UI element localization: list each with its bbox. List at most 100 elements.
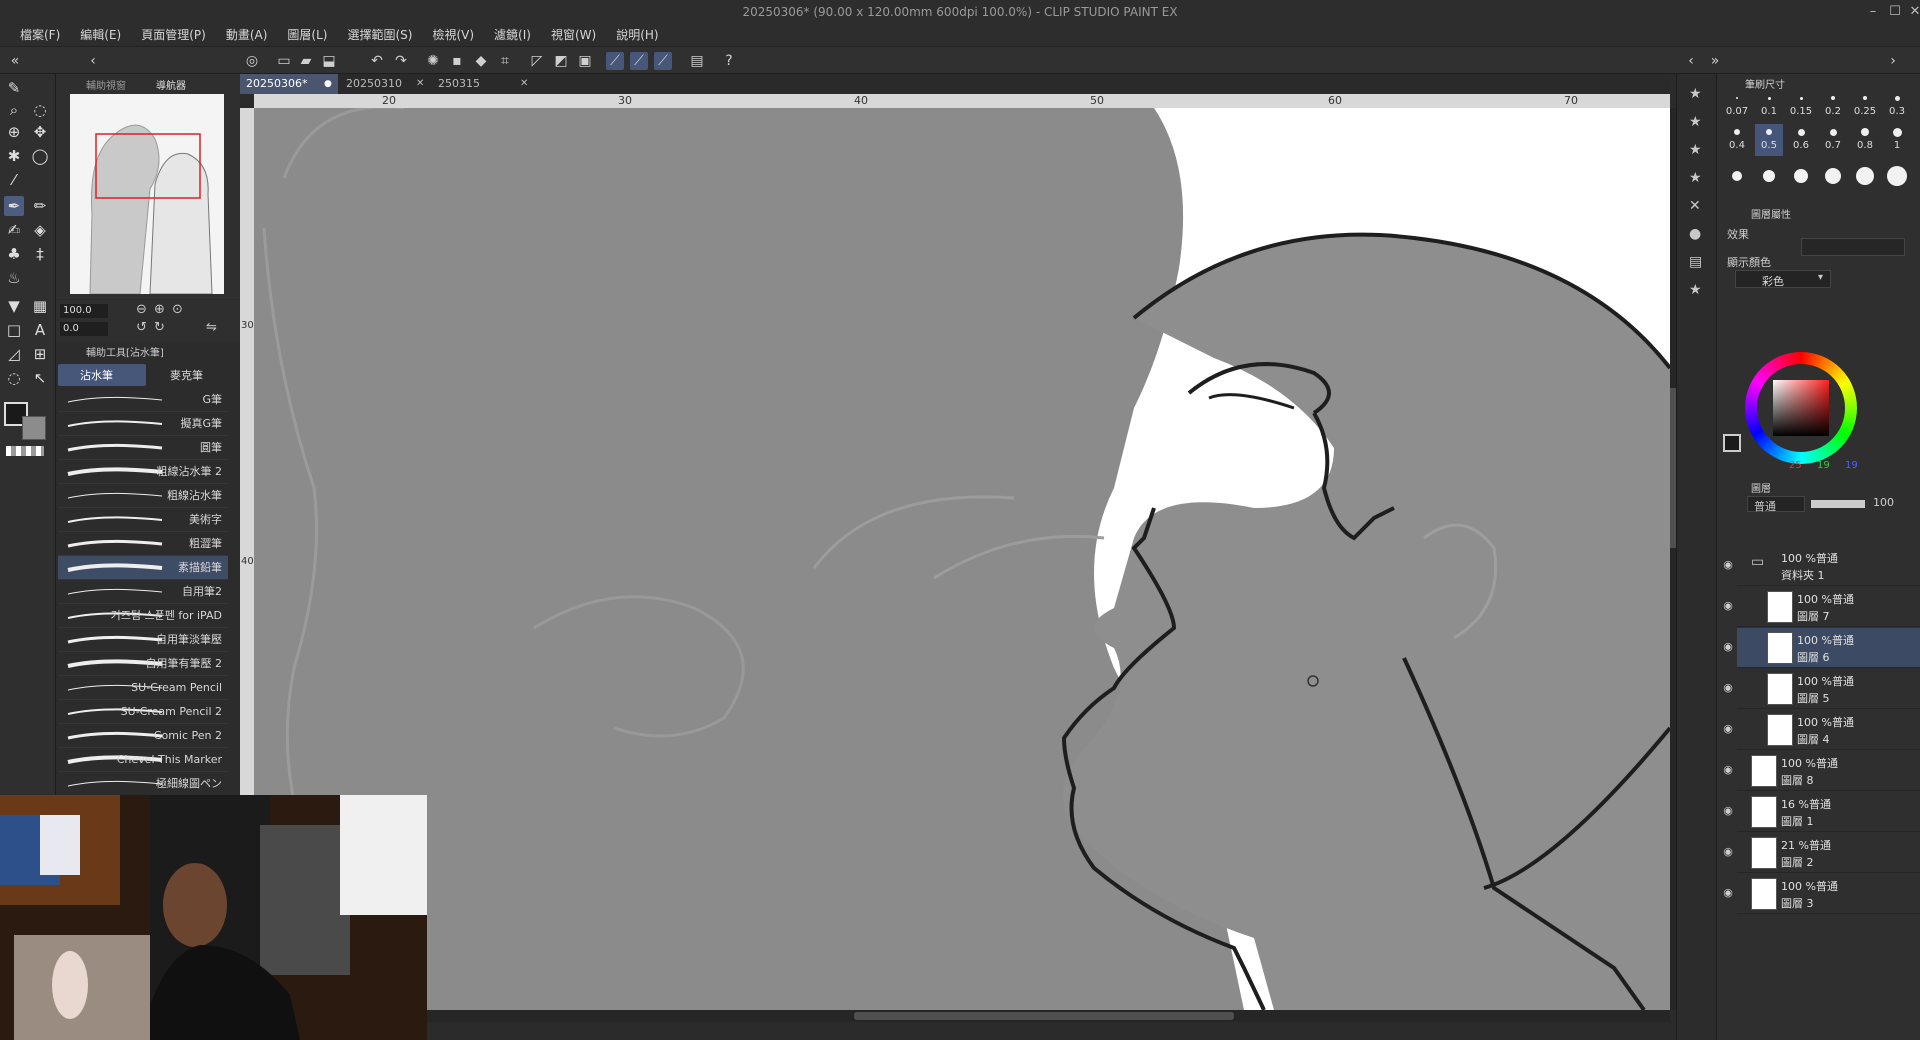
brush-size-option[interactable]: 0.6	[1787, 124, 1815, 156]
close-palette-icon[interactable]: ✕	[1689, 198, 1701, 214]
select-icon[interactable]: ◌	[30, 100, 50, 120]
menu-edit[interactable]: 編輯(E)	[70, 24, 131, 46]
arrow-right-icon[interactable]: ›	[1884, 52, 1902, 70]
layer-row[interactable]: ◉ 21 %普通 圖層 2	[1723, 833, 1920, 873]
brush-size-option[interactable]: 0.4	[1723, 124, 1751, 156]
snap-grid-icon[interactable]: ⟋	[654, 52, 672, 70]
eye-icon[interactable]: ◉	[1721, 681, 1735, 695]
loading-icon[interactable]: ✺	[424, 52, 442, 70]
blend-icon[interactable]: ♨	[4, 268, 24, 288]
layer-row[interactable]: ◉ 100 %普通 圖層 3	[1723, 874, 1920, 914]
zoom-icon[interactable]: ⌕	[4, 100, 24, 120]
tab-document-3[interactable]: 250315 ✕	[432, 74, 536, 94]
menu-window[interactable]: 視窗(W)	[541, 24, 606, 46]
brush-item[interactable]: 擬真G筆	[58, 412, 228, 436]
rotate-right-icon[interactable]: ↻	[154, 320, 165, 335]
eyedropper-icon[interactable]: ⁄	[4, 170, 24, 190]
lasso-icon[interactable]: ◯	[30, 146, 50, 166]
collapse-left-icon[interactable]: «	[6, 52, 24, 70]
canvas-area[interactable]	[254, 108, 1670, 1010]
brush-item[interactable]: 美術字	[58, 508, 228, 532]
pen-icon[interactable]: ✎	[4, 78, 24, 98]
redo-icon[interactable]: ↷	[392, 52, 410, 70]
brush-item[interactable]: 自用筆2	[58, 580, 228, 604]
eye-icon[interactable]: ◉	[1721, 640, 1735, 654]
menu-selection[interactable]: 選擇範圍(S)	[337, 24, 422, 46]
eye-icon[interactable]: ◉	[1721, 558, 1735, 572]
arrow-left-icon[interactable]: ‹	[84, 52, 102, 70]
brush-item[interactable]: 粗澀筆	[58, 532, 228, 556]
layer-row[interactable]: ◉ 100 %普通 圖層 5	[1723, 669, 1920, 709]
menu-view[interactable]: 檢視(V)	[422, 24, 484, 46]
star-icon[interactable]: ★	[1689, 142, 1702, 158]
sub-color-swatch[interactable]	[22, 416, 46, 440]
rotate-left-icon[interactable]: ↺	[136, 320, 147, 335]
brush-size-large-option[interactable]	[1794, 169, 1808, 183]
tab-ink-pen[interactable]: 沾水筆	[58, 364, 146, 386]
tab-navigator[interactable]: 導航器	[156, 77, 186, 92]
brush-item[interactable]: G筆	[58, 388, 228, 412]
brush-size-option[interactable]: 0.25	[1851, 90, 1879, 122]
book-icon[interactable]: ▤	[688, 52, 706, 70]
brush-item[interactable]: 素描鉛筆	[58, 556, 228, 580]
canvas-paper[interactable]	[254, 108, 1670, 1010]
brush-item[interactable]: 粗線沾水筆	[58, 484, 228, 508]
brush-item[interactable]: SU-Cream Pencil	[58, 676, 228, 700]
layer-row[interactable]: ◉ 100 %普通 圖層 4	[1723, 710, 1920, 750]
brush-size-large-option[interactable]	[1732, 171, 1742, 181]
clip-studio-icon[interactable]: ◎	[243, 52, 261, 70]
brush-item[interactable]: Chevel This Marker	[58, 748, 228, 772]
move-layer-icon[interactable]: ⊕	[4, 122, 24, 142]
brush-size-large-option[interactable]	[1763, 170, 1775, 182]
fill-icon[interactable]: ◆	[472, 52, 490, 70]
layer-row[interactable]: ◉ 16 %普通 圖層 1	[1723, 792, 1920, 832]
brush-item[interactable]: 極細線圖ペン	[58, 772, 228, 796]
eye-icon[interactable]: ◉	[1721, 763, 1735, 777]
shape-icon[interactable]: □	[4, 320, 24, 340]
effect-buttons[interactable]	[1801, 238, 1905, 256]
menu-filter[interactable]: 濾鏡(I)	[484, 24, 541, 46]
brush-size-option[interactable]: 0.1	[1755, 90, 1783, 122]
zoom-field[interactable]: 100.0	[60, 304, 108, 318]
brush-size-option[interactable]: 0.5	[1755, 124, 1783, 156]
brush-item[interactable]: 커즈텀 스푼펜 for iPAD	[58, 604, 228, 628]
open-file-icon[interactable]: ▰	[297, 52, 315, 70]
transform-icon[interactable]: ◸	[528, 52, 546, 70]
save-icon[interactable]: ⬓	[320, 52, 338, 70]
gradient-icon[interactable]: ▦	[30, 296, 50, 316]
new-file-icon[interactable]: ▭	[275, 52, 293, 70]
brush-item[interactable]: 粗線沾水筆 2	[58, 460, 228, 484]
zoom-out-icon[interactable]: ⊖	[136, 302, 147, 317]
brush-item[interactable]: SU-Cream Pencil 2	[58, 700, 228, 724]
transform3-icon[interactable]: ▣	[576, 52, 594, 70]
menu-help[interactable]: 說明(H)	[606, 24, 668, 46]
brush-size-option[interactable]: 0.2	[1819, 90, 1847, 122]
brush-size-option[interactable]: 0.7	[1819, 124, 1847, 156]
document-icon[interactable]: ▤	[1689, 254, 1702, 270]
blend-mode-select[interactable]: 普通	[1747, 496, 1805, 513]
brush-item[interactable]: 自用筆有筆壓 2	[58, 652, 228, 676]
menu-page[interactable]: 頁面管理(P)	[131, 24, 216, 46]
brush-size-large-option[interactable]	[1856, 167, 1874, 185]
star-icon[interactable]: ★	[1689, 114, 1702, 130]
undo-icon[interactable]: ↶	[368, 52, 386, 70]
magic-wand-icon[interactable]: ✱	[4, 146, 24, 166]
brush-item[interactable]: 圓筆	[58, 436, 228, 460]
fill-bucket-icon[interactable]: ▼	[4, 296, 24, 316]
menu-layer[interactable]: 圖層(L)	[277, 24, 337, 46]
flip-icon[interactable]: ⇋	[206, 320, 217, 335]
eye-icon[interactable]: ◉	[1721, 804, 1735, 818]
frame-icon[interactable]: ◿	[4, 344, 24, 364]
menu-animation[interactable]: 動畫(A)	[216, 24, 278, 46]
color-wheel[interactable]	[1745, 352, 1857, 464]
layers-tab[interactable]: 圖層	[1751, 480, 1771, 495]
star-icon[interactable]: ★	[1689, 170, 1702, 186]
close-button[interactable]: ✕	[1904, 0, 1920, 24]
saturation-value-square[interactable]	[1773, 380, 1829, 436]
ruler-icon[interactable]: ‡	[30, 244, 50, 264]
clear-icon[interactable]: ▪	[448, 52, 466, 70]
layer-row[interactable]: ◉ ▭ 100 %普通 資料夾 1	[1723, 546, 1920, 586]
snap-special-ruler-icon[interactable]: ⟋	[630, 52, 648, 70]
fit-icon[interactable]: ⊙	[172, 302, 183, 317]
brush-icon[interactable]: ✍	[4, 220, 24, 240]
